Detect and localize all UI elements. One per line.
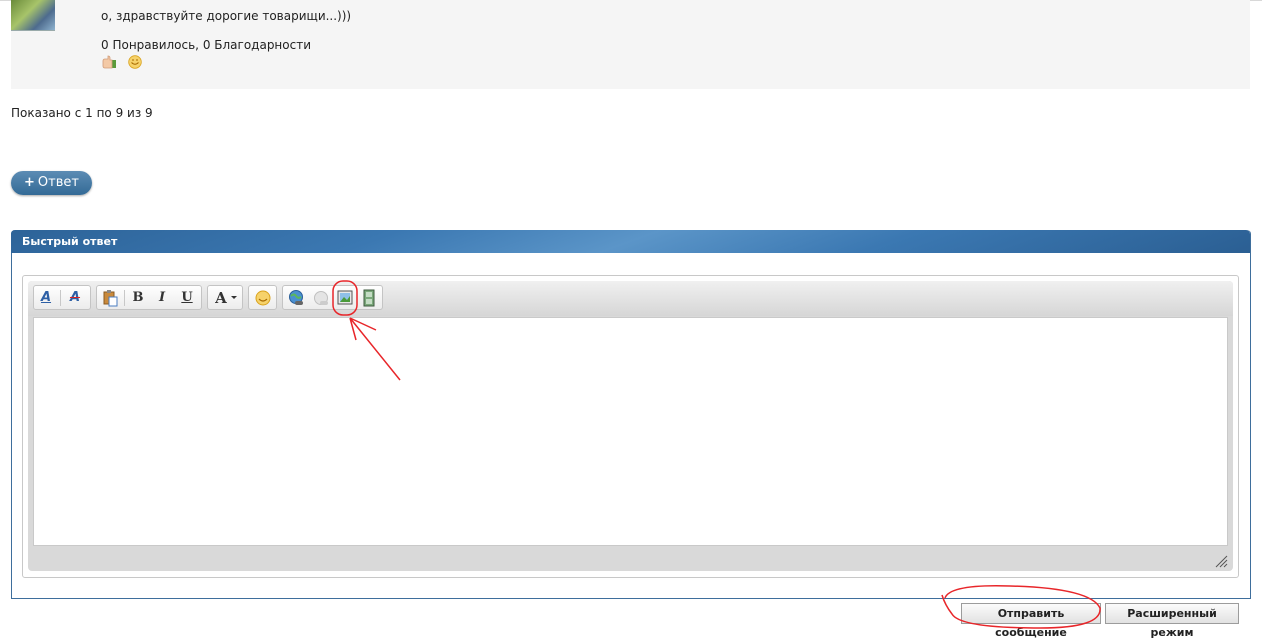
smiley-icon[interactable] [128, 55, 142, 69]
bold-button[interactable]: B [128, 288, 148, 308]
toolbar-separator [60, 290, 61, 306]
unlink-icon[interactable] [311, 288, 331, 308]
image-icon[interactable] [335, 288, 355, 308]
submit-button[interactable]: Отправить сообщение [961, 603, 1101, 639]
pagination-info: Показано с 1 по 9 из 9 [11, 106, 153, 120]
reply-button[interactable]: + Ответ [11, 171, 92, 195]
quick-reply-header: Быстрый ответ [11, 230, 1250, 253]
message-textarea[interactable] [33, 317, 1228, 546]
remove-format-button[interactable]: A [65, 288, 85, 308]
chevron-down-icon [231, 296, 237, 299]
font-color-button[interactable]: A [36, 288, 56, 308]
toolbar-separator [124, 290, 125, 306]
video-icon[interactable] [359, 288, 379, 308]
avatar[interactable] [11, 0, 55, 31]
link-icon[interactable] [286, 288, 306, 308]
thumbs-up-icon[interactable] [101, 55, 117, 69]
advanced-mode-button[interactable]: Расширенный режим [1105, 603, 1239, 639]
reactions-summary: 0 Понравилось, 0 Благодарности [101, 38, 312, 52]
reply-button-label: Ответ [37, 175, 79, 190]
italic-button[interactable]: I [152, 288, 172, 308]
plus-icon: + [24, 175, 35, 190]
underline-button[interactable]: U [177, 288, 197, 308]
font-button[interactable]: A [211, 288, 231, 308]
paste-icon[interactable] [100, 288, 120, 308]
smilies-icon[interactable] [253, 288, 273, 308]
resize-handle-icon[interactable] [1214, 554, 1228, 568]
post-message: о, здравствуйте дорогие товарищи...))) [101, 9, 352, 23]
